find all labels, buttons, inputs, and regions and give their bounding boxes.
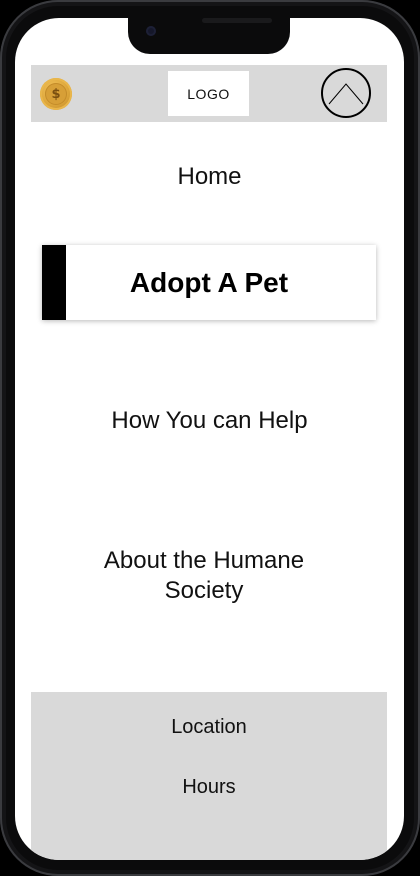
app-screen: $ LOGO Home Adopt A Pet How You can Help… [15,18,404,860]
nav-item-adopt-a-pet[interactable]: Adopt A Pet [42,245,376,320]
dollar-coin-icon[interactable]: $ [40,78,72,110]
phone-notch [128,18,290,54]
nav-item-how-you-can-help[interactable]: How You can Help [15,407,404,435]
active-indicator-bar [42,245,66,320]
camera-icon [146,26,156,36]
coin-symbol: $ [45,83,67,105]
nav-item-home[interactable]: Home [15,163,404,191]
profile-triangle-icon[interactable] [321,68,371,118]
nav-item-about[interactable]: About the Humane Society [75,546,333,606]
footer-bar: Location Hours [31,692,387,860]
top-header-bar: $ LOGO [31,65,387,122]
nav-item-adopt-label: Adopt A Pet [129,266,289,298]
footer-hours-link[interactable]: Hours [31,776,387,799]
footer-location-link[interactable]: Location [31,716,387,739]
logo[interactable]: LOGO [168,71,249,116]
speaker-grille [202,18,272,23]
